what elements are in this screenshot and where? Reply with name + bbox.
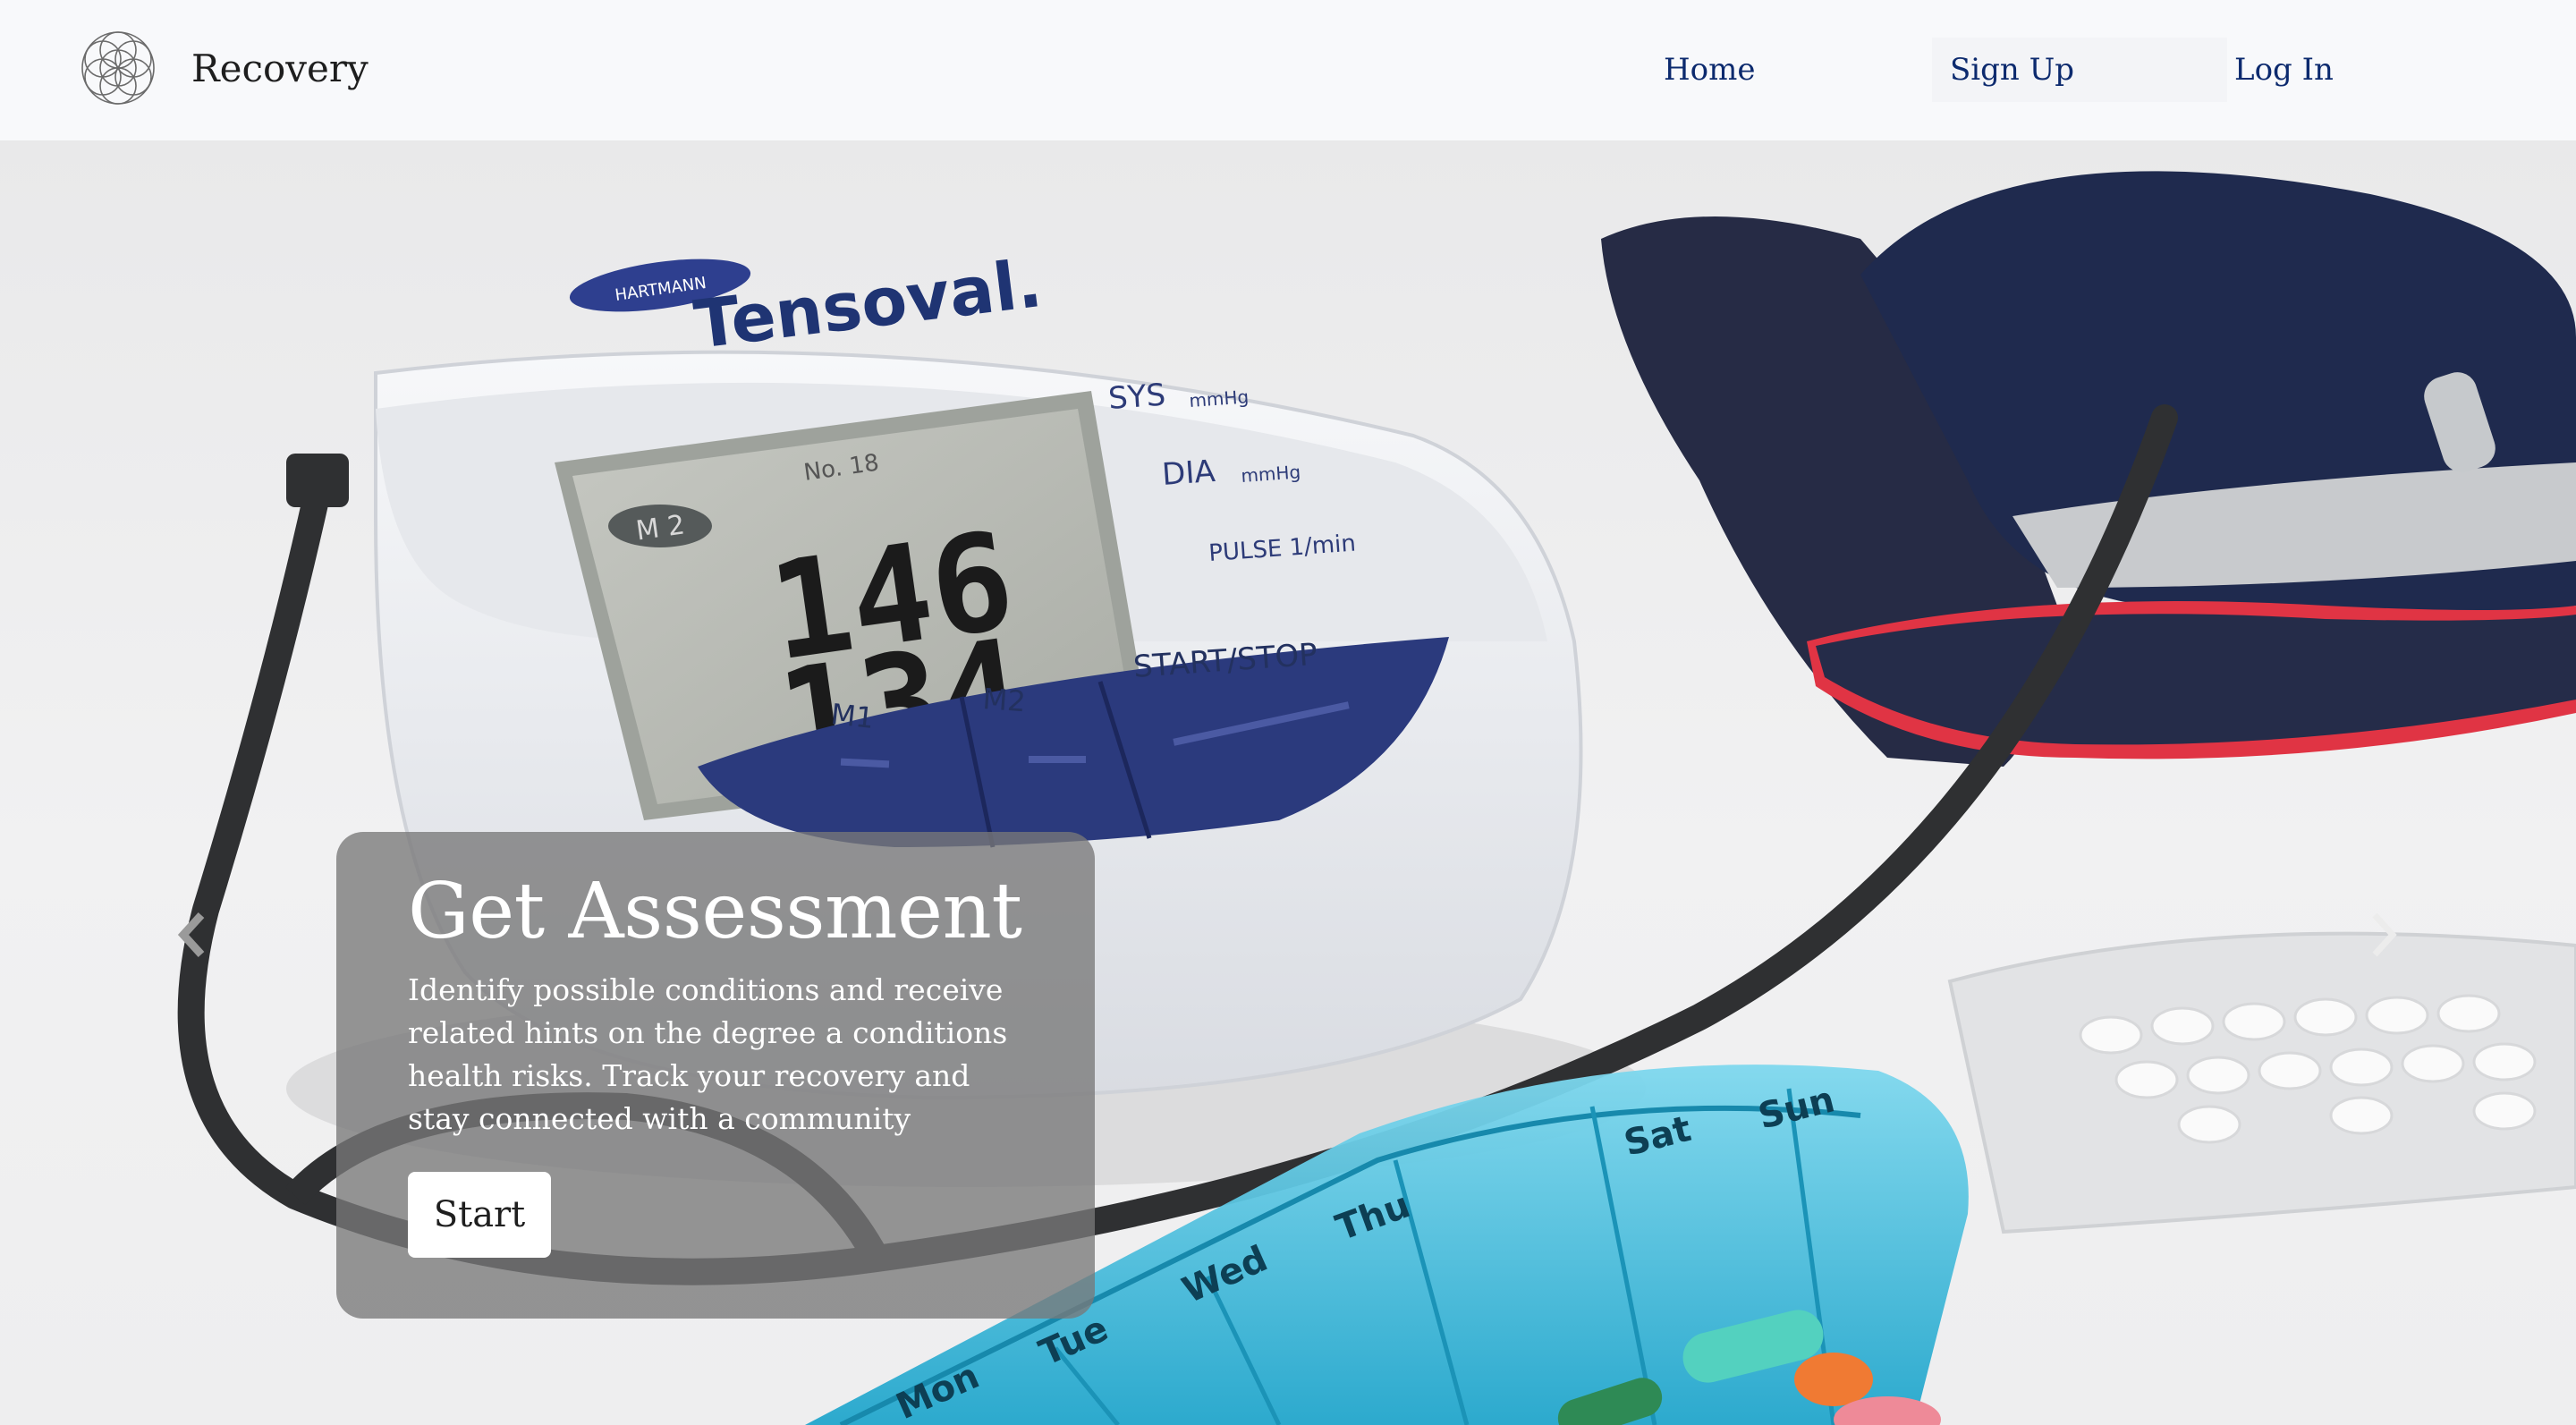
hero-description: Identify possible conditions and receive… xyxy=(408,972,1008,1137)
carousel-prev-button[interactable] xyxy=(161,892,224,978)
m2-label: M2 xyxy=(981,682,1027,718)
dia-unit: mmHg xyxy=(1241,461,1301,487)
hero-caption: Get Assessment Identify possible conditi… xyxy=(336,832,1095,1319)
carousel-next-button[interactable] xyxy=(2352,892,2415,978)
brand-name: Recovery xyxy=(191,46,369,90)
flower-of-life-icon xyxy=(81,31,155,105)
nav-signup-link[interactable]: Sign Up xyxy=(1932,38,2227,102)
start-button[interactable]: Start xyxy=(408,1172,551,1258)
hero-carousel: M 2 No. 18 146 134 HARTMANN Tensoval. SY… xyxy=(0,140,2576,1425)
navbar: Recovery Home Sign Up Log In xyxy=(0,0,2576,140)
sys-label: SYS xyxy=(1107,377,1167,417)
nav-login-link[interactable]: Log In xyxy=(2234,38,2334,102)
brand[interactable]: Recovery xyxy=(68,18,369,118)
device-brand: Tensoval. xyxy=(691,245,1046,364)
dia-label: DIA xyxy=(1161,454,1216,493)
chevron-left-icon xyxy=(177,912,205,958)
cuff xyxy=(1601,171,2576,767)
hero-title: Get Assessment xyxy=(408,867,1022,956)
sys-unit: mmHg xyxy=(1189,386,1250,411)
blister-pack xyxy=(1947,931,2576,1234)
nav-home-link[interactable]: Home xyxy=(1664,38,1755,102)
m1-label: M1 xyxy=(829,697,876,735)
chevron-right-icon xyxy=(2372,912,2397,957)
